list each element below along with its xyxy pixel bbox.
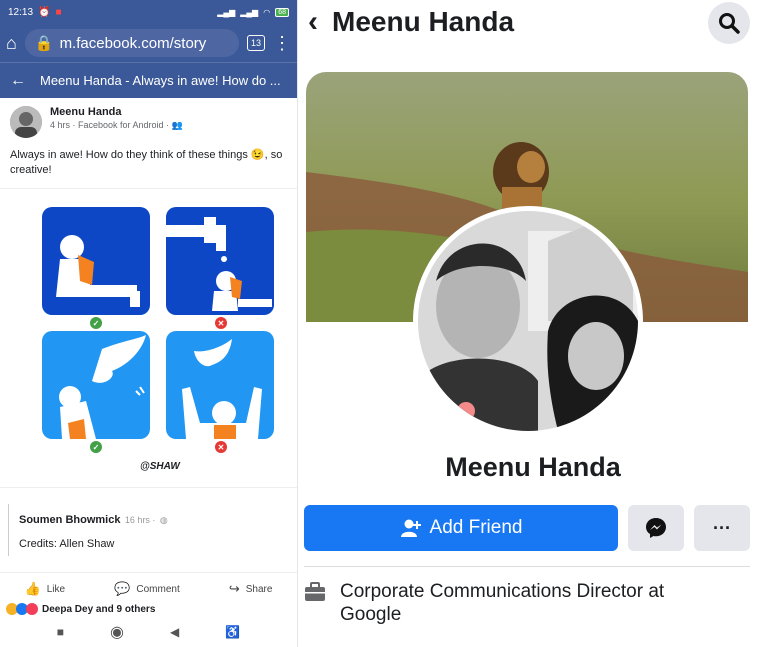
add-friend-icon [400,519,421,537]
home-nav-icon[interactable]: ◉ [110,622,124,642]
more-icon: ··· [713,517,731,538]
header-name: Meenu Handa [332,6,515,37]
comic-panel-3 [42,331,150,439]
friends-icon: 👥 [171,120,183,130]
android-nav-bar: ■ ◉ ◀ ♿ [0,617,297,647]
battery-icon: 68 [275,7,289,17]
comment-time: 16 hrs · [124,515,156,525]
comic-panel-4 [166,331,274,439]
share-button[interactable]: ↪ Share [229,581,273,597]
messenger-icon [646,518,666,538]
post-meta: 4 hrs · Facebook for Android · [50,120,170,130]
comment-button[interactable]: 💬 Comment [114,581,180,597]
search-button[interactable] [708,2,750,44]
more-options-button[interactable]: ··· [694,505,750,551]
artist-signature: @SHAW [140,461,180,472]
comment-text: Credits: Allen Shaw [19,538,115,550]
status-bar: 12:13 ⏰ ■ ▂▄▆ ▂▄▆ ◠ 68 [0,0,297,24]
add-friend-button[interactable]: Add Friend [304,505,618,551]
check-icon: ✓ [90,441,102,453]
recents-icon[interactable]: ■ [57,625,64,639]
comment-label: Comment [136,583,180,595]
message-button[interactable] [628,505,684,551]
author-avatar[interactable] [10,106,42,138]
post-header: Meenu Handa 4 hrs · Facebook for Android… [0,98,297,142]
job-text: Corporate Communications Director at Goo… [340,581,665,625]
reactions-summary[interactable]: Deepa Dey and 9 others [0,603,297,615]
globe-icon: ◍ [159,515,168,525]
like-label: Like [46,583,66,595]
like-button[interactable]: 👍 Like [25,581,66,597]
post-title: Meenu Handa - Always in awe! How do ... [40,73,281,88]
cross-icon: ✕ [215,441,227,453]
reactions-text: Deepa Dey and 9 others [42,603,156,615]
share-label: Share [245,583,273,595]
love-icon [26,603,38,615]
comic-panel-2 [166,207,274,315]
post-author[interactable]: Meenu Handa [50,106,183,118]
accessibility-icon[interactable]: ♿ [225,625,240,639]
facebook-profile-screenshot: ‹ Meenu Handa Meenu Handa Add Friend ···… [298,0,768,647]
browser-toolbar: ⌂ 🔒 m.facebook.com/story 13 ⋮ [0,24,297,62]
url-text: m.facebook.com/story [59,34,207,52]
facebook-post-screenshot: 12:13 ⏰ ■ ▂▄▆ ▂▄▆ ◠ 68 ⌂ 🔒 m.facebook.co… [0,0,298,647]
search-icon [719,13,740,34]
profile-name: Meenu Handa [445,452,621,482]
profile-header: ‹ Meenu Handa [298,0,768,44]
signal-icon: ▂▄▆ [217,7,236,17]
alarm-icon: ⏰ [38,6,51,18]
comment-icon: 💬 [114,581,131,596]
post-text: Always in awe! How do they think of thes… [10,149,283,176]
record-icon: ■ [55,6,62,18]
briefcase-icon [305,582,325,601]
comment-author[interactable]: Soumen Bhowmick [19,514,120,526]
status-time: 12:13 [8,6,34,18]
tab-switcher-button[interactable]: 13 [247,35,265,51]
cross-icon: ✕ [215,317,227,329]
url-field[interactable]: 🔒 m.facebook.com/story [24,29,239,57]
add-friend-label: Add Friend [429,517,523,538]
work-info: Corporate Communications Director at Goo… [304,580,720,626]
share-icon: ↪ [228,581,240,596]
thumbs-up-icon: 👍 [24,581,41,596]
profile-picture[interactable] [413,206,643,436]
check-icon: ✓ [90,317,102,329]
back-chevron-icon[interactable]: ‹ [308,5,318,39]
lock-icon: 🔒 [34,35,54,52]
home-icon[interactable]: ⌂ [6,33,17,54]
post-title-bar: ← Meenu Handa - Always in awe! How do ..… [0,62,297,98]
wifi-icon: ◠ [263,7,271,17]
comic-image[interactable]: ✓ ✕ ✓ ✕ @SHAW [0,188,297,488]
post-actions: 👍 Like 💬 Comment ↪ Share [0,572,297,603]
back-arrow-icon[interactable]: ← [10,72,26,90]
divider [304,566,750,567]
comment: Soumen Bhowmick 16 hrs · ◍ Credits: Alle… [8,504,289,556]
menu-icon[interactable]: ⋮ [273,34,291,52]
comic-panel-1 [42,207,150,315]
back-nav-icon[interactable]: ◀ [170,625,179,639]
signal-icon-2: ▂▄▆ [240,7,259,17]
